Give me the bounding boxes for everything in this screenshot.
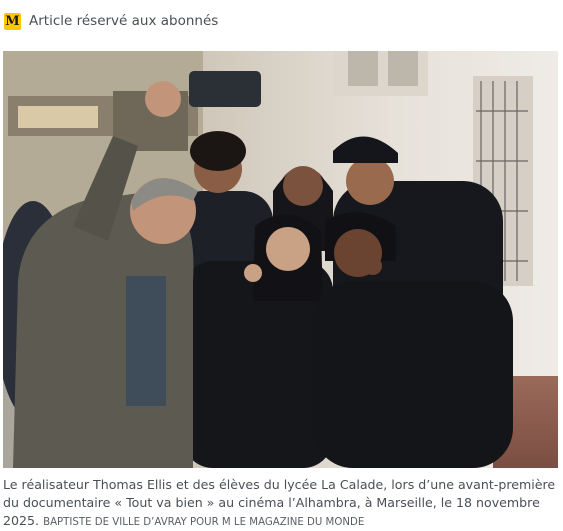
photo-caption: Le réalisateur Thomas Ellis et des élève… — [3, 476, 559, 531]
subscriber-label: Article réservé aux abonnés — [29, 13, 219, 29]
photo-credit: BAPTISTE DE VILLE D’AVRAY POUR M LE MAGA… — [43, 517, 365, 528]
article-photo — [3, 51, 558, 468]
article-page: M Article réservé aux abonnés Le réalisa… — [0, 0, 563, 531]
le-monde-m-icon: M — [4, 12, 21, 30]
subscriber-badge: M Article réservé aux abonnés — [4, 11, 218, 31]
selfie-photo-illustration — [3, 51, 558, 468]
